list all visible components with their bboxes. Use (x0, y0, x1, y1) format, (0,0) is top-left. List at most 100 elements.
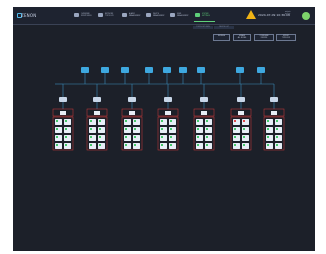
controller-icon (59, 97, 67, 102)
rack-gateway-icon (94, 111, 100, 115)
device-rack[interactable] (263, 108, 285, 151)
controller-node[interactable] (270, 97, 278, 102)
status-led-icon (234, 144, 236, 146)
status-led-icon (197, 144, 199, 146)
switch-icon (121, 67, 129, 73)
switch-icon (81, 67, 89, 73)
switch-node[interactable] (179, 67, 187, 73)
controller-icon (237, 97, 245, 102)
status-led-icon (206, 144, 208, 146)
network-topology-diagram (52, 67, 285, 151)
status-led-icon (99, 128, 101, 130)
status-led-icon (170, 136, 172, 138)
switch-icon (257, 67, 265, 73)
status-led-icon (56, 144, 58, 146)
status-led-icon (276, 128, 278, 130)
status-led-icon (243, 136, 245, 138)
status-led-icon (65, 144, 67, 146)
device-rack[interactable] (193, 108, 215, 151)
status-led-icon (267, 120, 269, 122)
status-led-icon (56, 128, 58, 130)
status-led-icon (197, 136, 199, 138)
switch-node[interactable] (121, 67, 129, 73)
status-led-icon (206, 128, 208, 130)
controller-icon (270, 97, 278, 102)
status-led-icon (267, 128, 269, 130)
rack-gateway-icon (238, 111, 244, 115)
switch-node[interactable] (81, 67, 89, 73)
status-led-icon (125, 144, 127, 146)
device-rack[interactable] (121, 108, 143, 151)
device-rack[interactable] (157, 108, 179, 151)
switch-node[interactable] (101, 67, 109, 73)
controller-node[interactable] (164, 97, 172, 102)
status-led-icon (170, 128, 172, 130)
controller-icon (164, 97, 172, 102)
status-led-icon (197, 128, 199, 130)
status-led-icon (56, 120, 58, 122)
status-led-icon (134, 120, 136, 122)
status-led-icon (90, 136, 92, 138)
status-led-icon (134, 136, 136, 138)
rack-gateway-icon (201, 111, 207, 115)
status-led-icon (197, 120, 199, 122)
switch-node[interactable] (145, 67, 153, 73)
rack-gateway-icon (129, 111, 135, 115)
controller-node[interactable] (59, 97, 67, 102)
switch-icon (163, 67, 171, 73)
status-led-icon (161, 144, 163, 146)
switch-icon (101, 67, 109, 73)
rack-gateway-icon (60, 111, 66, 115)
status-led-icon (161, 136, 163, 138)
controller-node[interactable] (200, 97, 208, 102)
controller-node[interactable] (128, 97, 136, 102)
status-led-icon (206, 120, 208, 122)
status-led-icon (267, 144, 269, 146)
status-led-icon (243, 120, 245, 122)
status-led-icon (234, 120, 236, 122)
status-led-icon (276, 120, 278, 122)
status-led-icon (90, 120, 92, 122)
device-rack[interactable] (52, 108, 74, 151)
status-led-icon (90, 144, 92, 146)
status-led-icon (125, 128, 127, 130)
controller-node[interactable] (237, 97, 245, 102)
status-led-icon (125, 120, 127, 122)
status-led-icon (170, 120, 172, 122)
status-led-icon (234, 136, 236, 138)
switch-icon (179, 67, 187, 73)
controller-node[interactable] (93, 97, 101, 102)
status-led-icon (99, 136, 101, 138)
status-led-icon (90, 128, 92, 130)
status-led-icon (99, 120, 101, 122)
switch-node[interactable] (236, 67, 244, 73)
status-led-icon (125, 136, 127, 138)
status-led-icon (65, 128, 67, 130)
device-rack[interactable] (86, 108, 108, 151)
status-led-icon (243, 144, 245, 146)
switch-node[interactable] (197, 67, 205, 73)
status-led-icon (234, 128, 236, 130)
status-led-icon (170, 144, 172, 146)
status-led-icon (243, 128, 245, 130)
status-led-icon (134, 144, 136, 146)
status-led-icon (134, 128, 136, 130)
application-window: ZENON OVERVIEW MONITORING NETWORK TOPOLO… (13, 7, 315, 251)
status-led-icon (65, 136, 67, 138)
status-led-icon (276, 144, 278, 146)
status-led-icon (206, 136, 208, 138)
status-led-icon (276, 136, 278, 138)
rack-gateway-icon (271, 111, 277, 115)
controller-icon (93, 97, 101, 102)
controller-icon (200, 97, 208, 102)
status-led-icon (267, 136, 269, 138)
switch-node[interactable] (163, 67, 171, 73)
device-rack[interactable] (230, 108, 252, 151)
controller-icon (128, 97, 136, 102)
status-led-icon (65, 120, 67, 122)
switch-icon (197, 67, 205, 73)
status-led-icon (99, 144, 101, 146)
switch-node[interactable] (257, 67, 265, 73)
switch-icon (145, 67, 153, 73)
rack-gateway-icon (165, 111, 171, 115)
